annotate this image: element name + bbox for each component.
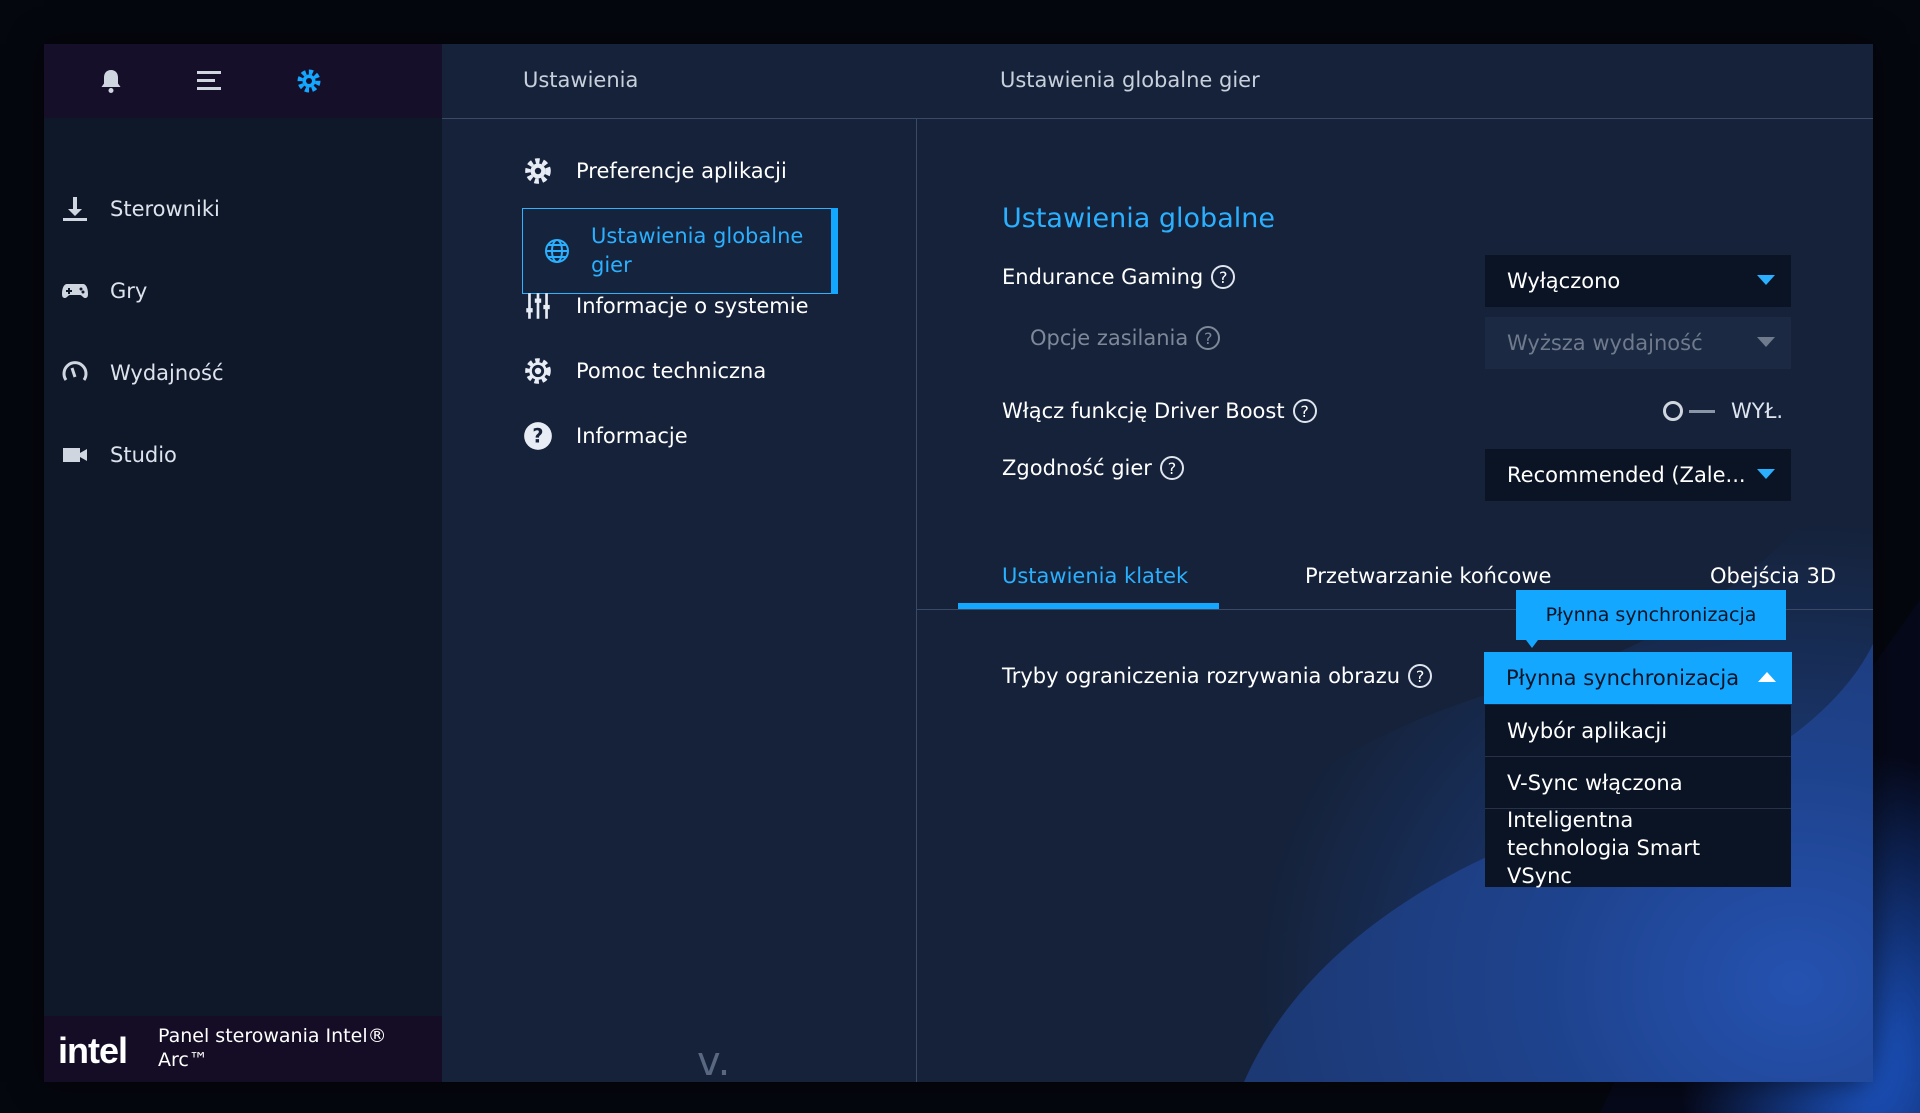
header-title-page: Ustawienia globalne gier <box>1000 68 1260 92</box>
sidebar-item-label: Gry <box>110 279 148 303</box>
tooltip-pointer <box>1526 640 1538 648</box>
game-compat-label: Zgodność gier ? <box>1002 456 1184 480</box>
label-text: Tryby ograniczenia rozrywania obrazu <box>1002 664 1401 688</box>
option-label: Wybór aplikacji <box>1507 718 1668 743</box>
tearing-mode-options: Wybór aplikacji V-Sync włączona Intelige… <box>1485 705 1791 888</box>
camera-icon <box>60 440 90 470</box>
menu-item-app-preferences[interactable]: Preferencje aplikacji <box>522 155 842 187</box>
label-text: Zgodność gier <box>1002 456 1152 480</box>
menu-item-label: Preferencje aplikacji <box>576 159 787 183</box>
help-icon[interactable]: ? <box>1292 399 1317 423</box>
label-text: Endurance Gaming <box>1002 265 1204 289</box>
dropdown-value: Wyłączono <box>1507 269 1621 293</box>
svg-text:?: ? <box>532 424 543 447</box>
power-options-label: Opcje zasilania ? <box>1030 326 1221 350</box>
dropdown-option-app-choice[interactable]: Wybór aplikacji <box>1485 705 1791 757</box>
chevron-down-icon <box>1757 275 1775 285</box>
active-tab-indicator <box>958 603 1219 609</box>
version-label: v. 1.0.4765.0 <box>697 1039 731 1082</box>
menu-item-label: Pomoc techniczna <box>576 359 767 383</box>
global-settings-panel: Ustawienia globalne Endurance Gaming ? W… <box>917 119 1873 1082</box>
sliders-icon <box>522 290 554 322</box>
label-text: Włącz funkcję Driver Boost <box>1002 399 1285 423</box>
option-label: Inteligentna technologia Smart VSync <box>1507 808 1701 888</box>
menu-item-system-info[interactable]: Informacje o systemie <box>522 290 842 322</box>
driver-boost-label: Włącz funkcję Driver Boost ? <box>1002 399 1317 423</box>
sidebar-item-studio[interactable]: Studio <box>60 430 420 480</box>
tab-3d-workarounds[interactable]: Obejścia 3D <box>1710 564 1836 588</box>
label-text: Opcje zasilania <box>1030 326 1189 350</box>
intel-logo: intel <box>58 1030 128 1071</box>
header: Ustawienia Ustawienia globalne gier <box>442 44 1873 119</box>
menu-item-label: Ustawienia globalne gier <box>591 224 804 277</box>
menu-item-label: Informacje o systemie <box>576 294 809 318</box>
list-icon[interactable] <box>194 66 224 96</box>
chevron-down-icon <box>1757 469 1775 479</box>
download-icon <box>60 194 90 224</box>
sidebar-item-label: Studio <box>110 443 177 467</box>
driver-boost-toggle[interactable]: WYŁ. <box>1663 399 1783 423</box>
sidebar-item-label: Wydajność <box>110 361 224 385</box>
tab-frame-settings[interactable]: Ustawienia klatek <box>1002 564 1188 588</box>
tooltip: Płynna synchronizacja <box>1516 590 1786 648</box>
control-panel-window: Sterowniki Gry Wydajność Studio intel Pa… <box>44 44 1873 1082</box>
wrench-gear-icon <box>522 355 554 387</box>
toggle-state: WYŁ. <box>1731 399 1784 423</box>
gamepad-icon <box>60 276 90 306</box>
gear-icon[interactable] <box>294 66 324 96</box>
header-title-settings: Ustawienia <box>523 68 639 92</box>
gauge-icon <box>60 358 90 388</box>
help-icon[interactable]: ? <box>1211 265 1236 289</box>
chevron-up-icon <box>1758 672 1776 682</box>
dropdown-option-smart-vsync[interactable]: Inteligentna technologia Smart VSync <box>1485 808 1791 888</box>
tearing-mode-dropdown[interactable]: Płynna synchronizacja <box>1484 652 1792 704</box>
menu-item-about[interactable]: ? Informacje <box>522 420 842 452</box>
tearing-mode-label: Tryby ograniczenia rozrywania obrazu ? <box>1002 664 1433 688</box>
sidebar-item-games[interactable]: Gry <box>60 266 420 316</box>
endurance-gaming-dropdown[interactable]: Wyłączono <box>1485 255 1791 307</box>
sidebar-item-performance[interactable]: Wydajność <box>60 348 420 398</box>
tooltip-text: Płynna synchronizacja <box>1545 604 1757 626</box>
sidebar-item-label: Sterowniki <box>110 197 220 221</box>
sidebar-topbar <box>44 44 442 118</box>
dropdown-value: Płynna synchronizacja <box>1506 666 1740 690</box>
sidebar: Sterowniki Gry Wydajność Studio intel Pa… <box>44 44 442 1082</box>
menu-item-label: Informacje <box>576 424 688 448</box>
brand-footer: intel Panel sterowania Intel® Arc™ <box>44 1016 442 1082</box>
menu-item-global-game-settings[interactable]: Ustawienia globalne gier <box>522 208 838 294</box>
sidebar-item-drivers[interactable]: Sterowniki <box>60 184 420 234</box>
active-indicator <box>831 208 838 294</box>
game-compat-dropdown[interactable]: Recommended (Zale... <box>1485 449 1791 501</box>
dropdown-value: Wyższa wydajność <box>1507 331 1703 355</box>
dropdown-option-vsync-on[interactable]: V-Sync włączona <box>1485 757 1791 809</box>
help-icon[interactable]: ? <box>1196 326 1221 350</box>
menu-item-tech-support[interactable]: Pomoc techniczna <box>522 355 842 387</box>
dropdown-value: Recommended (Zale... <box>1507 463 1746 487</box>
chevron-down-icon <box>1757 337 1775 347</box>
brand-title: Panel sterowania Intel® Arc™ <box>158 1025 387 1071</box>
settings-menu: Preferencje aplikacji Ustawienia globaln… <box>442 119 917 1082</box>
bell-icon[interactable] <box>96 66 126 96</box>
toggle-knob <box>1663 401 1683 421</box>
toggle-track <box>1689 409 1715 413</box>
gear-icon <box>522 155 554 187</box>
endurance-gaming-label: Endurance Gaming ? <box>1002 265 1236 289</box>
globe-icon <box>541 235 573 267</box>
option-label: V-Sync włączona <box>1507 770 1683 795</box>
tab-post-processing[interactable]: Przetwarzanie końcowe <box>1305 564 1551 588</box>
question-icon: ? <box>522 420 554 452</box>
section-title: Ustawienia globalne <box>1002 203 1275 234</box>
help-icon[interactable]: ? <box>1408 664 1433 688</box>
power-options-dropdown: Wyższa wydajność <box>1485 317 1791 369</box>
help-icon[interactable]: ? <box>1159 456 1184 480</box>
